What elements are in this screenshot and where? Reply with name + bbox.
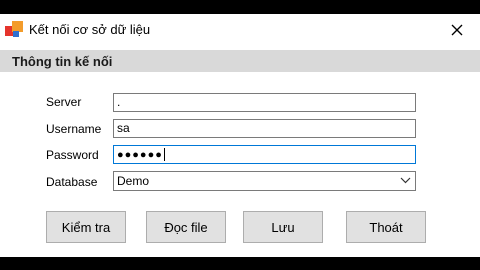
app-icon — [5, 21, 23, 39]
read-file-button[interactable]: Đọc file — [146, 211, 226, 243]
server-input[interactable]: . — [113, 93, 416, 112]
password-label: Password — [46, 148, 99, 162]
window-title: Kết nối cơ sở dữ liệu — [29, 22, 151, 37]
close-button[interactable] — [434, 14, 480, 46]
letterbox-top — [0, 0, 480, 14]
close-icon — [451, 24, 463, 36]
username-label: Username — [46, 122, 102, 136]
server-label: Server — [46, 95, 82, 109]
password-mask: ●●●●●● — [117, 149, 163, 161]
database-selected-value: Demo — [117, 174, 150, 188]
screen: Kết nối cơ sở dữ liệu Thông tin kế nối S… — [0, 0, 480, 270]
password-input[interactable]: ●●●●●● — [113, 145, 416, 164]
save-button[interactable]: Lưu — [243, 211, 323, 243]
exit-button[interactable]: Thoát — [346, 211, 426, 243]
letterbox-bottom — [0, 257, 480, 270]
chevron-down-icon — [400, 177, 411, 184]
group-header: Thông tin kế nối — [0, 50, 480, 72]
connection-dialog: Kết nối cơ sở dữ liệu Thông tin kế nối S… — [0, 14, 480, 257]
database-label: Database — [46, 175, 98, 189]
text-caret — [163, 148, 165, 162]
check-button[interactable]: Kiểm tra — [46, 211, 126, 243]
username-input[interactable]: sa — [113, 119, 416, 138]
title-bar: Kết nối cơ sở dữ liệu — [0, 14, 480, 46]
database-select[interactable]: Demo — [113, 171, 416, 191]
group-title: Thông tin kế nối — [12, 54, 113, 69]
